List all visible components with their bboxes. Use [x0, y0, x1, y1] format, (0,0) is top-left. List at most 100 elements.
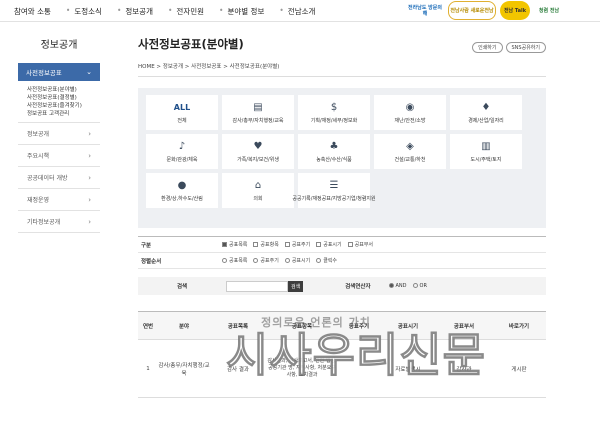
top-menu-item[interactable]: 도정소식: [74, 6, 102, 17]
top-menu-item[interactable]: 전자민원: [176, 6, 204, 17]
option-label: 공표주기: [291, 242, 311, 248]
cell-field: 감사/총무/자치행정/교육: [158, 362, 210, 377]
filter-label: 정렬순서: [141, 258, 162, 265]
checkbox-option[interactable]: 공표시기: [316, 241, 342, 248]
chevron-right-icon: ›: [88, 173, 91, 182]
option-label: 공표시기: [291, 258, 311, 264]
category-tile[interactable]: ⌂ 의회: [222, 173, 294, 208]
category-label: 문화/관광/체육: [166, 156, 198, 163]
sidebar-item[interactable]: 공공데이터 개방 ›: [18, 167, 100, 189]
jeonnam-talk-logo[interactable]: 전남 Talk: [500, 1, 530, 20]
category-icon: ♥: [253, 140, 263, 152]
category-label: 전체: [177, 117, 187, 124]
category-label: 공공기록/재정공표/지방공기업/청렴지원: [292, 195, 376, 202]
cell-list[interactable]: 감사 결과: [210, 365, 266, 373]
integrity-logo[interactable]: 청렴 전남: [534, 1, 564, 20]
category-tile[interactable]: ◈ 건설/교통/하천: [374, 134, 446, 169]
visit-year-logo[interactable]: 전라남도 방문의해: [406, 1, 444, 20]
operator-label: 검색연산자: [345, 284, 371, 290]
sidebar-item[interactable]: 재정운영 ›: [18, 189, 100, 211]
column-header: 공표시기: [397, 323, 419, 330]
menu-separator-icon: •: [116, 6, 122, 15]
filter-row-group: 구분 공표목록 공표항목 공표주기 공표시기 공표부서: [138, 237, 546, 253]
category-tile[interactable]: ☰ 공공기록/재정공표/지방공기업/청렴지원: [292, 173, 376, 208]
sidebar-item[interactable]: 주요시책 ›: [18, 145, 100, 167]
category-tile[interactable]: ♥ 가족/복지/보건/위생: [222, 134, 294, 169]
sidebar-title: 정보공개: [40, 40, 78, 51]
column-header: 연번: [142, 323, 154, 330]
radio-icon: [316, 258, 322, 263]
category-label: 건설/교통/하천: [394, 156, 426, 163]
sidebar-sub-item[interactable]: 정보공표 고객관리: [27, 110, 100, 118]
option-label: 공표시기: [323, 242, 342, 248]
sidebar-item[interactable]: 기타정보공개 ›: [18, 211, 100, 233]
and-radio[interactable]: AND: [388, 283, 407, 289]
sidebar-item-active[interactable]: 사전정보공표 ⌄: [18, 63, 100, 81]
category-icon: ◉: [405, 101, 415, 113]
category-tile[interactable]: ▤ 감사/총무/자치행정/교육: [222, 95, 294, 130]
radio-icon: [412, 283, 418, 288]
category-panel: ALL 전체 ▤ 감사/총무/자치행정/교육 $ 기획/재정/세무/정보화 ◉ 재난/안전/소…: [138, 88, 546, 228]
category-tile[interactable]: $ 기획/재정/세무/정보화: [298, 95, 370, 130]
result-table: 연번 분야 공표목록 공표항목 공표주기 공표시기 공표부서 바로가기 1 감사…: [138, 311, 546, 398]
category-tile[interactable]: ALL 전체: [146, 95, 218, 130]
sns-share-button[interactable]: SNS공유하기: [505, 42, 546, 53]
checkbox-option[interactable]: 공표목록: [222, 241, 247, 248]
option-label: 공표부서: [354, 242, 374, 248]
or-radio[interactable]: OR: [412, 283, 427, 289]
checkbox-option[interactable]: 공표부서: [347, 241, 374, 248]
top-menu-item[interactable]: 정보공개: [125, 6, 153, 17]
category-icon: ♪: [178, 140, 186, 152]
category-tile[interactable]: ● 환경/상,하수도/산림: [146, 173, 218, 208]
column-header: 공표주기: [348, 323, 370, 330]
category-tile[interactable]: ◉ 재난/안전/소방: [374, 95, 446, 130]
radio-icon: [284, 258, 290, 263]
checkbox-option[interactable]: 공표주기: [284, 241, 311, 248]
radio-option[interactable]: 공표시기: [284, 257, 311, 264]
sidebar-sub-item[interactable]: 사전정보공표(분야별): [27, 86, 100, 94]
menu-separator-icon: •: [279, 6, 284, 15]
option-label: OR: [419, 283, 427, 289]
sidebar-item[interactable]: 정보공개 ›: [18, 123, 100, 145]
filter-label: 구분: [141, 242, 152, 249]
top-menu-item[interactable]: 분야별 정보: [227, 6, 264, 17]
checkbox-icon: [284, 242, 290, 247]
category-label: 기획/재정/세무/정보화: [310, 117, 358, 124]
category-icon: ♦: [481, 101, 491, 113]
search-input[interactable]: [226, 280, 288, 292]
breadcrumb: HOME > 정보공개 > 사전정보공표 > 사전정보공표(분야별): [138, 62, 546, 77]
jeonnam-people-logo[interactable]: 전남사람 새로운전남: [448, 1, 496, 20]
sidebar-sub-item[interactable]: 사전정보공표(결정별): [27, 94, 100, 102]
sidebar-sub-item[interactable]: 사전정보공표(즐겨찾기): [27, 102, 100, 110]
column-header: 공표항목: [291, 323, 313, 330]
column-header: 분야: [178, 323, 190, 330]
group-options: 공표목록 공표항목 공표주기 공표시기 공표부서: [222, 241, 373, 248]
top-menu-item[interactable]: 전남소개: [288, 6, 316, 17]
category-tile[interactable]: ♦ 경제/산업/일자리: [450, 95, 522, 130]
radio-option[interactable]: 공표주기: [253, 257, 279, 264]
category-label: 재난/안전/소방: [394, 117, 426, 124]
top-menu-item[interactable]: 참여와 소통: [14, 6, 51, 17]
search-button[interactable]: 검색: [288, 280, 304, 292]
radio-option[interactable]: 공표목록: [222, 257, 247, 264]
checkbox-icon: [253, 242, 259, 247]
option-label: 공표항목: [260, 242, 279, 248]
radio-option[interactable]: 클릭수: [316, 257, 337, 264]
category-tile[interactable]: ▥ 도시/주택/토지: [450, 134, 522, 169]
sidebar-item-label: 사전정보공표: [26, 69, 62, 77]
column-header: 공표부서: [453, 323, 475, 330]
cell-timing: 자료발생시: [395, 366, 421, 373]
sidebar-item-label: 기타정보공개: [27, 219, 61, 226]
cell-link[interactable]: 게시판: [492, 365, 546, 373]
sidebar-sub-list: 사전정보공표(분야별) 사전정보공표(결정별) 사전정보공표(즐겨찾기) 정보공…: [18, 81, 100, 123]
category-tile[interactable]: ♣ 농축산/수산/식품: [298, 134, 370, 169]
filter-row-sort: 정렬순서 공표목록 공표주기 공표시기 클릭수: [138, 253, 546, 269]
print-button[interactable]: 인쇄하기: [472, 42, 503, 53]
option-label: 공표주기: [260, 258, 279, 264]
menu-separator-icon: •: [167, 6, 173, 15]
checkbox-option[interactable]: 공표항목: [253, 241, 279, 248]
filter-box: 구분 공표목록 공표항목 공표주기 공표시기 공표부서 정렬순서 공표목록 공표…: [138, 236, 546, 269]
category-icon: ▤: [253, 101, 263, 113]
category-tile[interactable]: ♪ 문화/관광/체육: [146, 134, 218, 169]
category-icon: ▥: [481, 140, 491, 152]
